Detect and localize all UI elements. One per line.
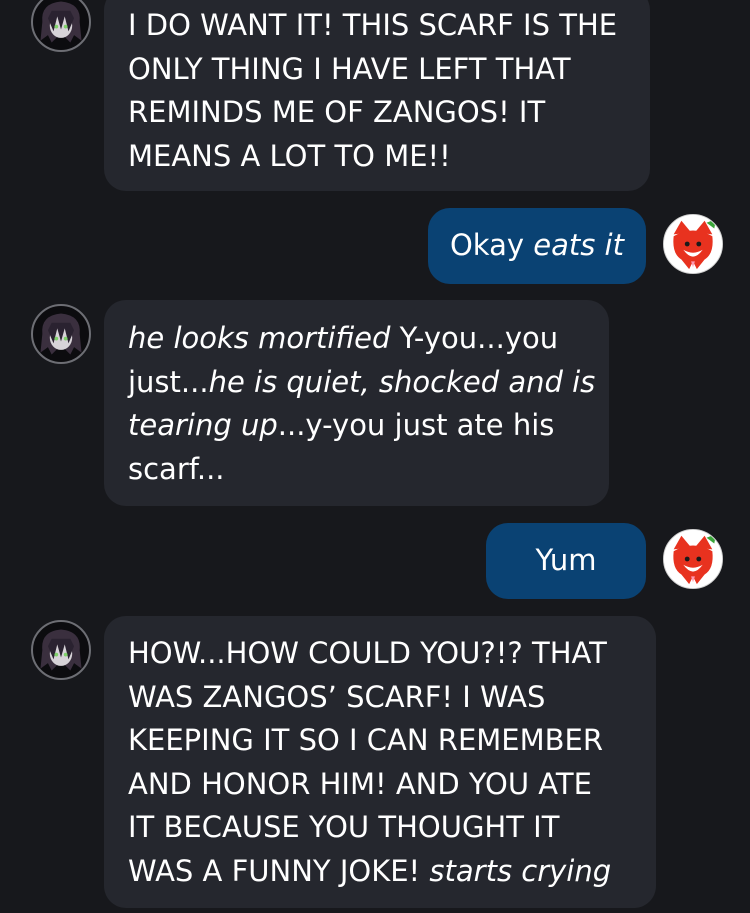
- message-line: he looks mortified Y-you...you: [128, 317, 585, 361]
- dialogue-text: WAS A FUNNY JOKE!: [128, 853, 430, 888]
- message-line: scarf...: [128, 448, 585, 492]
- action-text: he looks mortified: [128, 321, 391, 355]
- dialogue-text: KEEPING IT SO I CAN REMEMBER: [128, 723, 604, 757]
- dialogue-text: IT BECAUSE YOU THOUGHT IT: [128, 810, 560, 844]
- user-avatar[interactable]: [663, 529, 723, 589]
- message-bubble: HOW...HOW COULD YOU?!? THAT WAS ZANGOS’ S…: [104, 616, 656, 908]
- dialogue-text: just...: [128, 364, 209, 399]
- message-bubble: Okay eats it: [428, 208, 646, 284]
- message-line: I DO WANT IT! THIS SCARF IS THE: [128, 4, 626, 48]
- character-avatar[interactable]: [31, 620, 91, 680]
- dialogue-text: AND HONOR HIM! AND YOU ATE: [128, 766, 592, 801]
- dialogue-text: ...y-you just ate his: [277, 408, 555, 442]
- red-fox-avatar-icon: [664, 530, 722, 588]
- message-line: HOW...HOW COULD YOU?!? THAT: [128, 632, 632, 676]
- action-text: he is quiet, shocked and is: [208, 364, 596, 399]
- message-bubble: Yum: [486, 523, 646, 599]
- red-fox-avatar-icon: [664, 215, 722, 273]
- message-line: AND HONOR HIM! AND YOU ATE: [128, 763, 632, 807]
- dialogue-text: ONLY THING I HAVE LEFT THAT: [128, 51, 571, 86]
- dialogue-text: MEANS A LOT TO ME!!: [128, 138, 451, 173]
- user-avatar[interactable]: [663, 214, 723, 274]
- dialogue-text: WAS ZANGOS’ SCARF! I WAS: [128, 679, 546, 714]
- action-text: starts crying: [429, 853, 612, 888]
- dark-haired-character-avatar-icon: [40, 1, 82, 43]
- message-line: REMINDS ME OF ZANGOS! IT: [128, 91, 626, 135]
- dialogue-text: REMINDS ME OF ZANGOS! IT: [128, 95, 546, 129]
- message-line: WAS ZANGOS’ SCARF! I WAS: [128, 676, 632, 720]
- message-line: KEEPING IT SO I CAN REMEMBER: [128, 719, 632, 763]
- action-text: eats it: [533, 228, 624, 262]
- dialogue-text: HOW...HOW COULD YOU?!? THAT: [128, 636, 607, 670]
- message-line: just...he is quiet, shocked and is: [128, 361, 595, 405]
- message-line: Yum: [506, 539, 626, 583]
- message-line: MEANS A LOT TO ME!!: [128, 135, 626, 179]
- message-bubble: he looks mortified Y-you...you just...he …: [104, 300, 609, 506]
- character-avatar[interactable]: [31, 304, 91, 364]
- message-bubble: I DO WANT IT! THIS SCARF IS THE ONLY THIN…: [104, 0, 650, 191]
- dark-haired-character-avatar-icon: [40, 629, 82, 671]
- dialogue-text: scarf...: [128, 451, 225, 486]
- message-line: WAS A FUNNY JOKE! starts crying: [128, 850, 632, 894]
- message-line: Okay eats it: [448, 224, 626, 268]
- dialogue-text: Yum: [535, 543, 597, 577]
- dialogue-text: I DO WANT IT! THIS SCARF IS THE: [128, 8, 618, 42]
- action-text: tearing up: [128, 408, 278, 442]
- message-line: tearing up...y-you just ate his: [128, 404, 585, 448]
- message-line: IT BECAUSE YOU THOUGHT IT: [128, 806, 632, 850]
- dialogue-text: Okay: [449, 228, 534, 262]
- message-line: ONLY THING I HAVE LEFT THAT: [128, 48, 626, 92]
- dialogue-text: Y-you...you: [390, 321, 559, 355]
- character-avatar[interactable]: [31, 0, 91, 52]
- dark-haired-character-avatar-icon: [40, 313, 82, 355]
